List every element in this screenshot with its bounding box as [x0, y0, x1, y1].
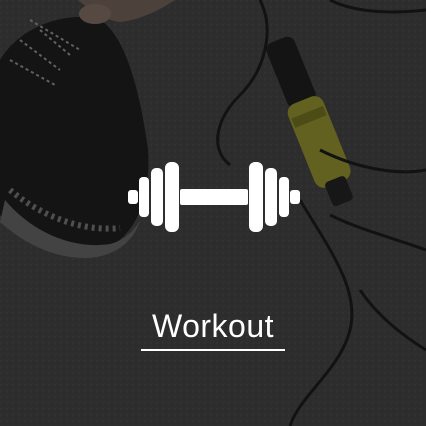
workout-label: Workout	[151, 308, 275, 344]
workout-tile[interactable]: Workout	[0, 0, 426, 426]
label-underline	[141, 349, 285, 351]
dumbbell-icon	[126, 160, 302, 234]
